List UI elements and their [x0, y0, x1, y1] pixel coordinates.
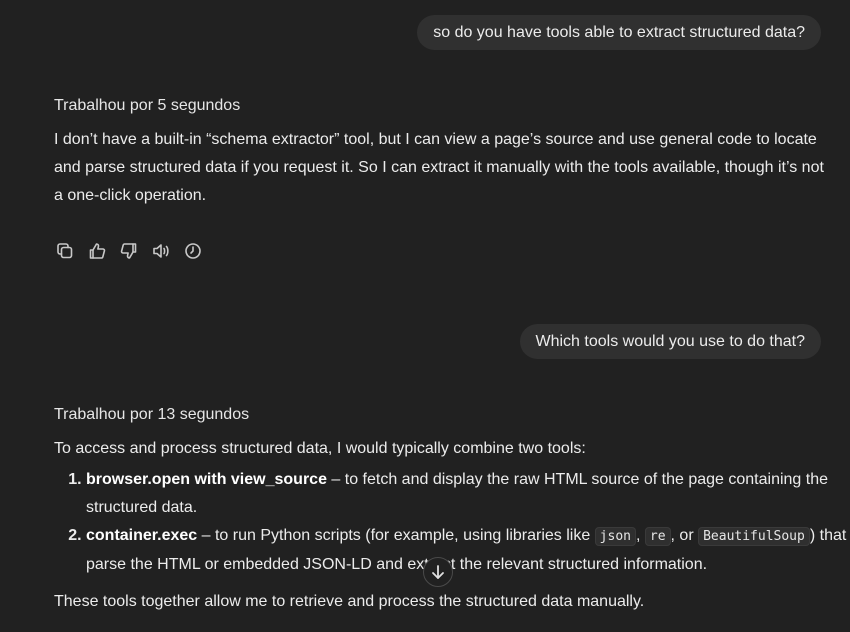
message-action-bar	[54, 240, 204, 262]
tool-name: container.exec	[86, 527, 198, 544]
assistant-reply-2-intro: To access and process structured data, I…	[54, 440, 586, 457]
history-icon	[185, 243, 201, 259]
good-response-button[interactable]	[86, 240, 108, 262]
assistant-reply-2-outro: These tools together allow me to retriev…	[54, 593, 645, 610]
inline-code: BeautifulSoup	[698, 527, 810, 546]
inline-code: re	[644, 527, 671, 546]
arrow-down-icon	[432, 565, 444, 579]
list-item: browser.open with view_source – to fetch…	[86, 466, 850, 522]
read-aloud-icon	[153, 244, 169, 258]
model-switch-button[interactable]	[182, 240, 204, 262]
tool-list: browser.open with view_source – to fetch…	[54, 466, 850, 579]
separator: , or	[670, 527, 699, 544]
read-aloud-button[interactable]	[150, 240, 172, 262]
thinking-status-1[interactable]: Trabalhou por 5 segundos	[54, 97, 240, 115]
tool-name: browser.open with view_source	[86, 471, 327, 488]
user-message-2-text: Which tools would you use to do that?	[535, 333, 806, 350]
thinking-status-2[interactable]: Trabalhou por 13 segundos	[54, 406, 249, 424]
separator: ,	[635, 527, 645, 544]
list-item: container.exec – to run Python scripts (…	[86, 522, 850, 579]
user-message-2: Which tools would you use to do that?	[519, 324, 821, 359]
thumbs-up-icon	[89, 243, 106, 259]
copy-button[interactable]	[54, 240, 76, 262]
thumbs-down-icon	[120, 243, 137, 259]
bad-response-button[interactable]	[118, 240, 140, 262]
assistant-reply-1: I don’t have a built-in “schema extracto…	[54, 131, 824, 204]
inline-code: json	[594, 527, 636, 546]
user-message-1: so do you have tools able to extract str…	[417, 15, 821, 50]
tool-description: – to run Python scripts (for example, us…	[197, 527, 595, 544]
user-message-1-text: so do you have tools able to extract str…	[433, 24, 805, 41]
copy-icon	[57, 243, 73, 259]
scroll-to-bottom-button[interactable]	[423, 557, 453, 587]
